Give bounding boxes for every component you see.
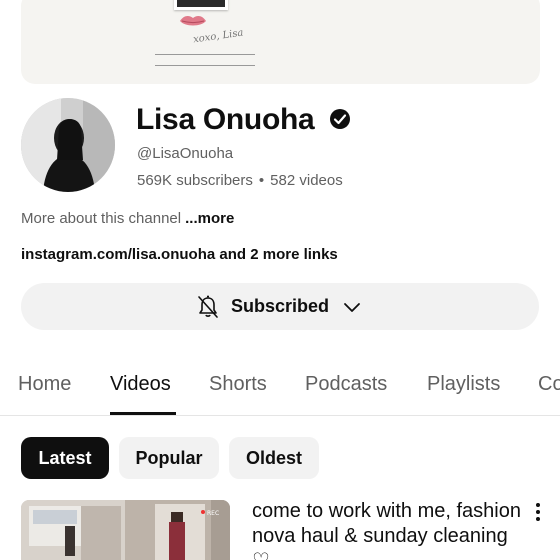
instagram-link[interactable]: instagram.com/lisa.onuoha — [21, 246, 215, 263]
tab-videos[interactable]: Videos — [110, 373, 171, 396]
channel-stats: 569K subscribers • 582 videos — [137, 172, 343, 189]
tab-shorts[interactable]: Shorts — [209, 373, 267, 396]
about-channel[interactable]: More about this channel ...more — [21, 210, 234, 227]
banner-signature: xoxo, Lisa — [192, 27, 245, 46]
avatar-image — [21, 98, 115, 192]
chip-oldest[interactable]: Oldest — [229, 437, 319, 479]
avatar[interactable] — [21, 98, 115, 192]
channel-handle: @LisaOnuoha — [137, 145, 234, 162]
tab-podcasts[interactable]: Podcasts — [305, 373, 387, 396]
channel-banner[interactable]: xoxo, Lisa — [21, 0, 540, 84]
bell-off-icon — [198, 295, 218, 318]
video-title[interactable]: come to work with me, fashion nova haul … — [252, 499, 522, 560]
verified-icon — [330, 109, 350, 129]
subscribed-label: Subscribed — [230, 296, 330, 316]
channel-name: Lisa Onuoha — [136, 103, 315, 136]
svg-text:REC: REC — [207, 510, 219, 517]
chip-latest[interactable]: Latest — [21, 437, 109, 479]
active-tab-indicator — [110, 412, 176, 415]
video-count: 582 videos — [270, 172, 343, 189]
more-links-text[interactable]: and 2 more links — [215, 246, 337, 263]
subscriber-count: 569K subscribers — [137, 172, 253, 189]
tab-community[interactable]: Co — [538, 373, 560, 396]
more-vert-icon[interactable] — [528, 500, 548, 524]
about-more-link[interactable]: ...more — [185, 210, 234, 227]
chevron-down-icon — [344, 302, 360, 312]
video-thumbnail[interactable]: REC — [21, 500, 230, 560]
banner-strip — [155, 54, 255, 66]
stats-separator: • — [258, 172, 265, 189]
tab-playlists[interactable]: Playlists — [427, 373, 500, 396]
thumbnail-image: REC — [21, 500, 230, 560]
tab-home[interactable]: Home — [18, 373, 71, 396]
chip-popular[interactable]: Popular — [119, 437, 219, 479]
banner-polaroid — [174, 0, 228, 10]
lips-icon — [180, 16, 206, 26]
subscribed-button[interactable]: Subscribed — [21, 283, 539, 330]
channel-page: xoxo, Lisa Lisa Onuoha @LisaOnuoha 569K … — [0, 0, 560, 560]
channel-links[interactable]: instagram.com/lisa.onuoha and 2 more lin… — [21, 246, 338, 263]
about-text: More about this channel — [21, 210, 182, 227]
channel-tabs: Home Videos Shorts Podcasts Playlists Co — [0, 360, 560, 416]
